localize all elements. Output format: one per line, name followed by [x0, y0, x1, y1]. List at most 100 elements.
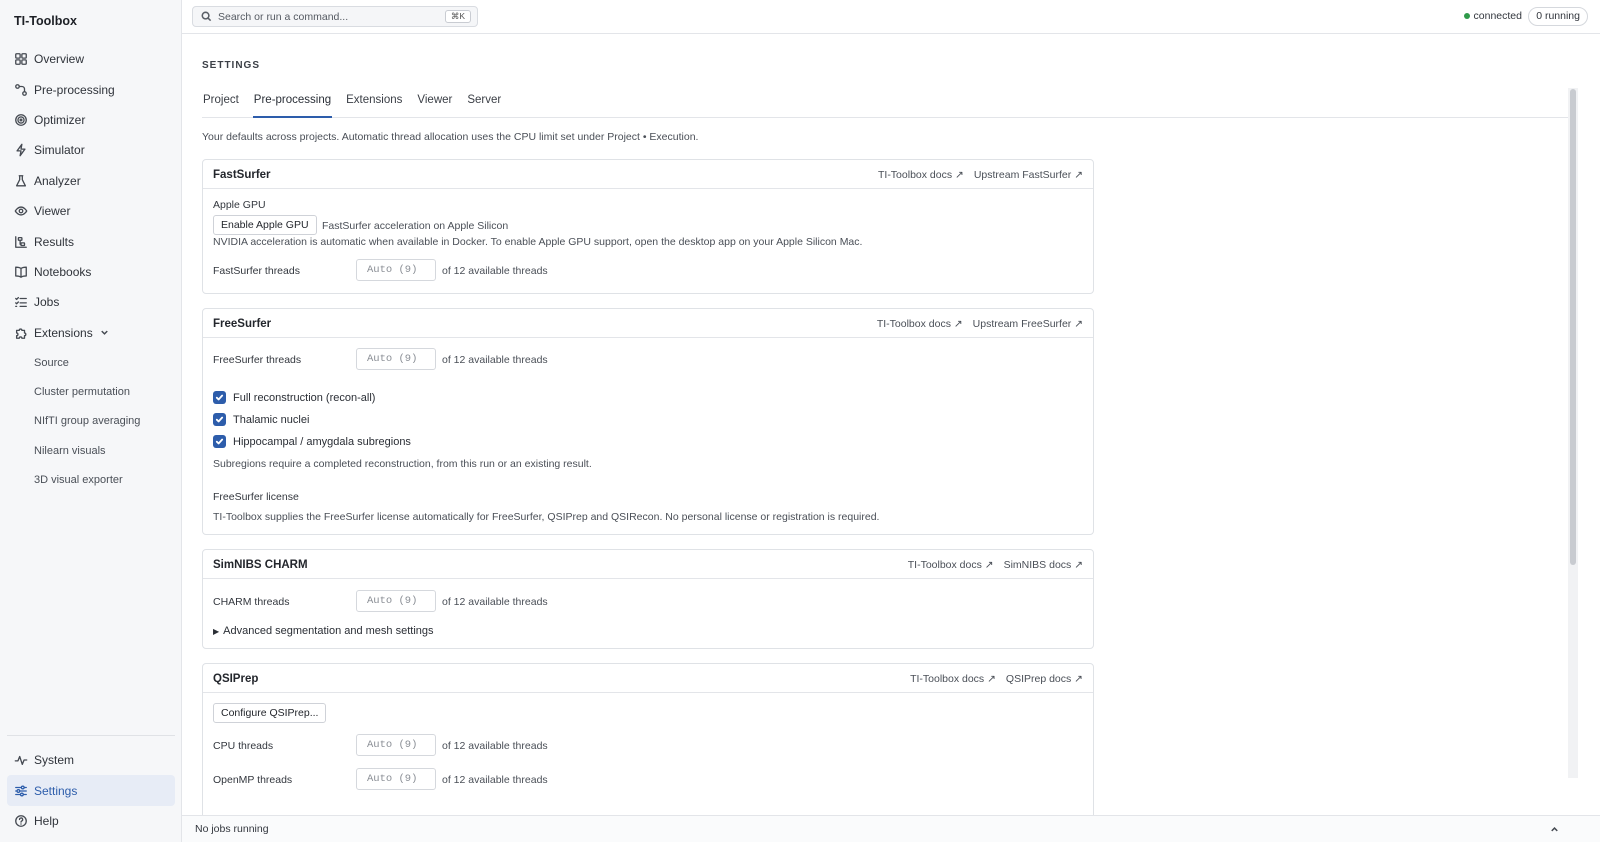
- target-icon: [14, 113, 28, 127]
- sidebar-item-analyzer[interactable]: Analyzer: [0, 166, 182, 196]
- tab-project[interactable]: Project: [202, 90, 240, 118]
- fastsurfer-threads-label: FastSurfer threads: [213, 265, 300, 277]
- chevron-up-icon[interactable]: [1549, 824, 1560, 838]
- simnibs-docs-link[interactable]: SimNIBS docs ↗: [1004, 559, 1083, 571]
- results-icon: [14, 235, 28, 249]
- ti-toolbox-docs-link[interactable]: TI-Toolbox docs ↗: [908, 559, 994, 571]
- tab-extensions[interactable]: Extensions: [345, 90, 403, 118]
- apple-gpu-label: Apple GPU: [213, 199, 266, 211]
- advanced-settings-label: Advanced segmentation and mesh settings: [223, 625, 434, 637]
- sidebar-item-settings[interactable]: Settings: [7, 775, 175, 806]
- sidebar-item-viewer[interactable]: Viewer: [0, 196, 182, 226]
- cpu-threads-input[interactable]: [356, 734, 436, 756]
- checkbox-checked-icon[interactable]: [213, 391, 226, 404]
- sidebar-item-overview[interactable]: Overview: [0, 44, 182, 74]
- sidebar-item-optimizer[interactable]: Optimizer: [0, 105, 182, 135]
- eye-icon: [14, 204, 28, 218]
- scrollbar-thumb[interactable]: [1570, 89, 1576, 565]
- threads-suffix: of 12 available threads: [442, 354, 548, 366]
- sidebar-item-pre-processing[interactable]: Pre-processing: [0, 74, 182, 104]
- flask-icon: [14, 174, 28, 188]
- checkbox-thalamic-nuclei[interactable]: Thalamic nuclei: [213, 413, 309, 426]
- openmp-threads-label: OpenMP threads: [213, 774, 293, 786]
- sliders-icon: [14, 784, 28, 798]
- freesurfer-license-label: FreeSurfer license: [213, 491, 299, 503]
- help-icon: [14, 814, 28, 828]
- fastsurfer-threads-input[interactable]: [356, 259, 436, 281]
- ti-toolbox-docs-link[interactable]: TI-Toolbox docs ↗: [910, 673, 996, 685]
- job-status-bar: No jobs running: [182, 815, 1600, 842]
- job-status-text: No jobs running: [195, 823, 269, 835]
- configure-qsiprep-button[interactable]: Configure QSIPrep...: [213, 703, 327, 723]
- freesurfer-threads-input[interactable]: [356, 348, 436, 370]
- running-jobs-badge[interactable]: 0 running: [1528, 7, 1588, 26]
- list-icon: [14, 295, 28, 309]
- sidebar-item-label: Settings: [34, 783, 78, 798]
- freesurfer-card: FreeSurfer TI-Toolbox docs ↗ Upstream Fr…: [202, 308, 1094, 535]
- checkbox-label: Full reconstruction (recon-all): [233, 391, 376, 404]
- settings-tabs: Project Pre-processing Extensions Viewer…: [202, 90, 1568, 118]
- apple-gpu-note: NVIDIA acceleration is automatic when av…: [213, 236, 863, 248]
- sidebar-item-label: Overview: [34, 52, 85, 67]
- ti-toolbox-docs-link[interactable]: TI-Toolbox docs ↗: [877, 318, 963, 330]
- upstream-fastsurfer-link[interactable]: Upstream FastSurfer ↗: [974, 169, 1083, 181]
- threads-suffix: of 12 available threads: [442, 265, 548, 277]
- settings-intro: Your defaults across projects. Automatic…: [202, 131, 699, 143]
- sidebar-item-simulator[interactable]: Simulator: [0, 135, 182, 165]
- sidebar-item-extensions[interactable]: Extensions: [0, 318, 182, 348]
- sidebar-item-help[interactable]: Help: [7, 806, 175, 836]
- openmp-threads-input[interactable]: [356, 768, 436, 790]
- sidebar-item-label: Extensions: [34, 325, 93, 340]
- subregions-note: Subregions require a completed reconstru…: [213, 458, 592, 470]
- sidebar-item-label: Optimizer: [34, 112, 86, 127]
- checkbox-checked-icon[interactable]: [213, 435, 226, 448]
- sidebar-item-label: Jobs: [34, 295, 60, 310]
- sidebar-item-system[interactable]: System: [7, 745, 175, 775]
- sidebar-nav: Overview Pre-processing Optimizer Simula…: [0, 44, 182, 495]
- ti-toolbox-docs-link[interactable]: TI-Toolbox docs ↗: [878, 169, 964, 181]
- card-links: TI-Toolbox docs ↗ QSIPrep docs ↗: [910, 673, 1083, 685]
- advanced-settings-toggle[interactable]: ▶ Advanced segmentation and mesh setting…: [213, 625, 434, 637]
- upstream-freesurfer-link[interactable]: Upstream FreeSurfer ↗: [973, 318, 1083, 330]
- sidebar-item-results[interactable]: Results: [0, 226, 182, 256]
- tab-server[interactable]: Server: [466, 90, 502, 118]
- charm-threads-input[interactable]: [356, 590, 436, 612]
- main-scrollbar[interactable]: [1568, 88, 1578, 778]
- card-header: QSIPrep TI-Toolbox docs ↗ QSIPrep docs ↗: [203, 664, 1093, 693]
- checkbox-full-reconstruction[interactable]: Full reconstruction (recon-all): [213, 391, 375, 404]
- search-icon: [201, 11, 212, 22]
- sidebar-item-jobs[interactable]: Jobs: [0, 287, 182, 317]
- checkbox-hippocampal-subregions[interactable]: Hippocampal / amygdala subregions: [213, 435, 411, 448]
- freesurfer-license-note: TI-Toolbox supplies the FreeSurfer licen…: [213, 511, 880, 523]
- tab-viewer[interactable]: Viewer: [416, 90, 453, 118]
- tab-pre-processing[interactable]: Pre-processing: [252, 90, 333, 118]
- sidebar-item-label: System: [34, 753, 75, 768]
- cpu-threads-label: CPU threads: [213, 740, 274, 752]
- card-links: TI-Toolbox docs ↗ Upstream FreeSurfer ↗: [877, 318, 1083, 330]
- sidebar-subitem-nilearn-visuals[interactable]: Nilearn visuals: [0, 436, 182, 465]
- sidebar-item-notebooks[interactable]: Notebooks: [0, 257, 182, 287]
- search-input[interactable]: [218, 10, 438, 23]
- qsiprep-docs-link[interactable]: QSIPrep docs ↗: [1006, 673, 1083, 685]
- sidebar-item-label: Analyzer: [34, 173, 81, 188]
- shortcut-badge: ⌘K: [444, 10, 471, 23]
- enable-apple-gpu-button[interactable]: Enable Apple GPU: [213, 215, 317, 235]
- sidebar-item-label: Notebooks: [34, 264, 92, 279]
- chevron-down-icon[interactable]: [99, 327, 110, 338]
- card-title: FastSurfer: [213, 169, 271, 181]
- sidebar-subitem-source[interactable]: Source: [0, 348, 182, 377]
- sidebar-subitem-nifti-group-averaging[interactable]: NIfTI group averaging: [0, 407, 182, 436]
- apple-gpu-description: FastSurfer acceleration on Apple Silicon: [322, 220, 509, 232]
- sidebar-subitem-3d-visual-exporter[interactable]: 3D visual exporter: [0, 465, 182, 494]
- card-header: FastSurfer TI-Toolbox docs ↗ Upstream Fa…: [203, 160, 1093, 189]
- threads-suffix: of 12 available threads: [442, 774, 548, 786]
- disclosure-triangle-icon: ▶: [213, 626, 220, 636]
- sidebar-subitem-cluster-permutation[interactable]: Cluster permutation: [0, 377, 182, 406]
- sidebar: TI-Toolbox Overview Pre-processing Optim…: [0, 0, 182, 842]
- sidebar-item-label: Pre-processing: [34, 82, 115, 97]
- checkbox-label: Hippocampal / amygdala subregions: [233, 435, 411, 448]
- checkbox-checked-icon[interactable]: [213, 413, 226, 426]
- sidebar-item-label: Viewer: [34, 204, 71, 219]
- card-links: TI-Toolbox docs ↗ SimNIBS docs ↗: [908, 559, 1083, 571]
- command-search[interactable]: ⌘K: [192, 6, 478, 27]
